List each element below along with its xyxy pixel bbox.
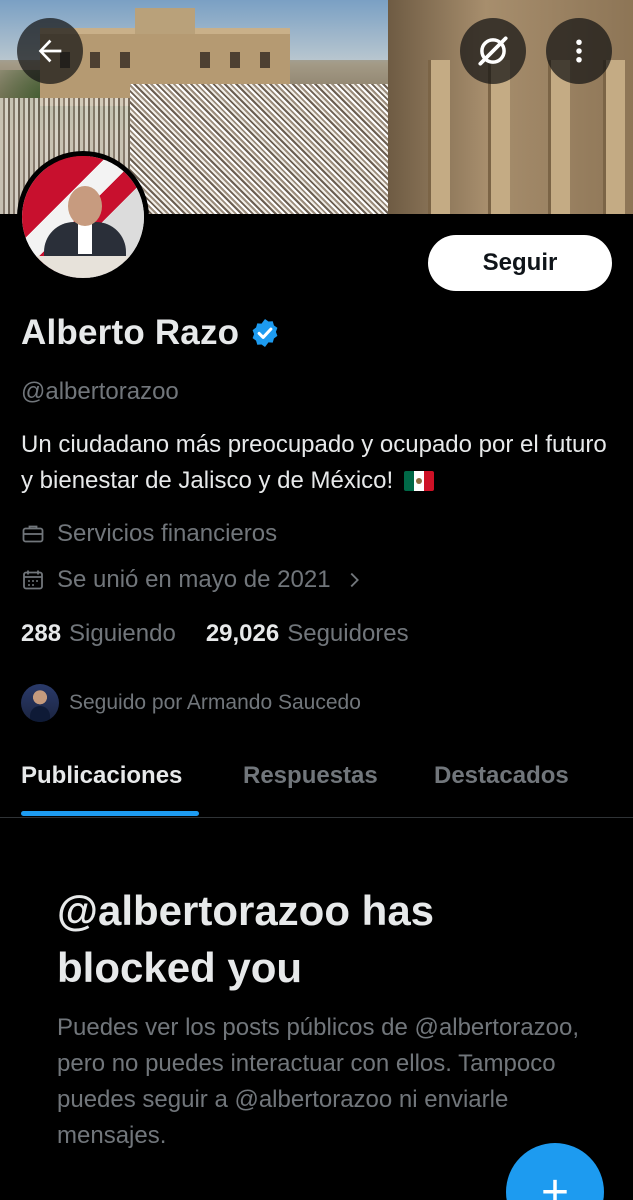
followers-count: 29,026 <box>205 620 280 647</box>
profile-handle: @albertorazoo <box>21 378 179 405</box>
arrow-left-icon <box>38 39 62 63</box>
profile-stats: 288 Siguiendo 29,026 Seguidores <box>21 620 439 648</box>
profile-bio: Un ciudadano más preocupado y ocupado po… <box>21 427 621 499</box>
profile-name-row: Alberto Razo <box>21 313 281 353</box>
followed-by[interactable]: Seguido por Armando Saucedo <box>21 684 361 722</box>
tab-respuestas[interactable]: Respuestas <box>243 762 378 790</box>
chevron-right-icon <box>350 572 359 588</box>
plus-icon: + <box>540 1166 570 1200</box>
mexico-flag-icon <box>403 471 434 491</box>
profile-joined[interactable]: Se unió en mayo de 2021 <box>21 566 365 594</box>
active-tab-indicator <box>21 811 199 816</box>
following-count: 288 <box>21 620 62 647</box>
category-label: Servicios financieros <box>57 520 278 547</box>
tab-publicaciones[interactable]: Publicaciones <box>21 762 182 790</box>
tab-destacados[interactable]: Destacados <box>434 762 569 790</box>
followers-label: Seguidores <box>287 620 409 647</box>
verified-badge-icon[interactable] <box>249 317 281 349</box>
following-link[interactable]: 288 Siguiendo <box>21 620 176 648</box>
profile-name: Alberto Razo <box>21 313 240 352</box>
more-button[interactable] <box>546 18 612 84</box>
follow-button[interactable]: Seguir <box>428 235 612 291</box>
following-label: Siguiendo <box>69 620 176 647</box>
blocked-message: Puedes ver los posts públicos de @albert… <box>57 1014 579 1149</box>
calendar-icon <box>23 570 43 590</box>
profile-category: Servicios financieros <box>21 520 277 548</box>
more-vertical-icon <box>576 39 582 63</box>
profile-avatar[interactable] <box>17 151 149 283</box>
follower-avatar <box>21 684 59 722</box>
grok-button[interactable] <box>460 18 526 84</box>
followed-by-label: Seguido por Armando Saucedo <box>69 691 361 714</box>
joined-label: Se unió en mayo de 2021 <box>57 566 331 593</box>
bio-text: Un ciudadano más preocupado y ocupado po… <box>21 431 607 494</box>
grok-icon <box>478 36 508 66</box>
followers-link[interactable]: 29,026 Seguidores <box>206 620 409 648</box>
back-button[interactable] <box>17 18 83 84</box>
blocked-title: @albertorazoo has blocked you <box>57 887 435 991</box>
profile-tabs: Publicaciones Respuestas Destacados <box>0 748 633 818</box>
briefcase-icon <box>22 525 44 543</box>
